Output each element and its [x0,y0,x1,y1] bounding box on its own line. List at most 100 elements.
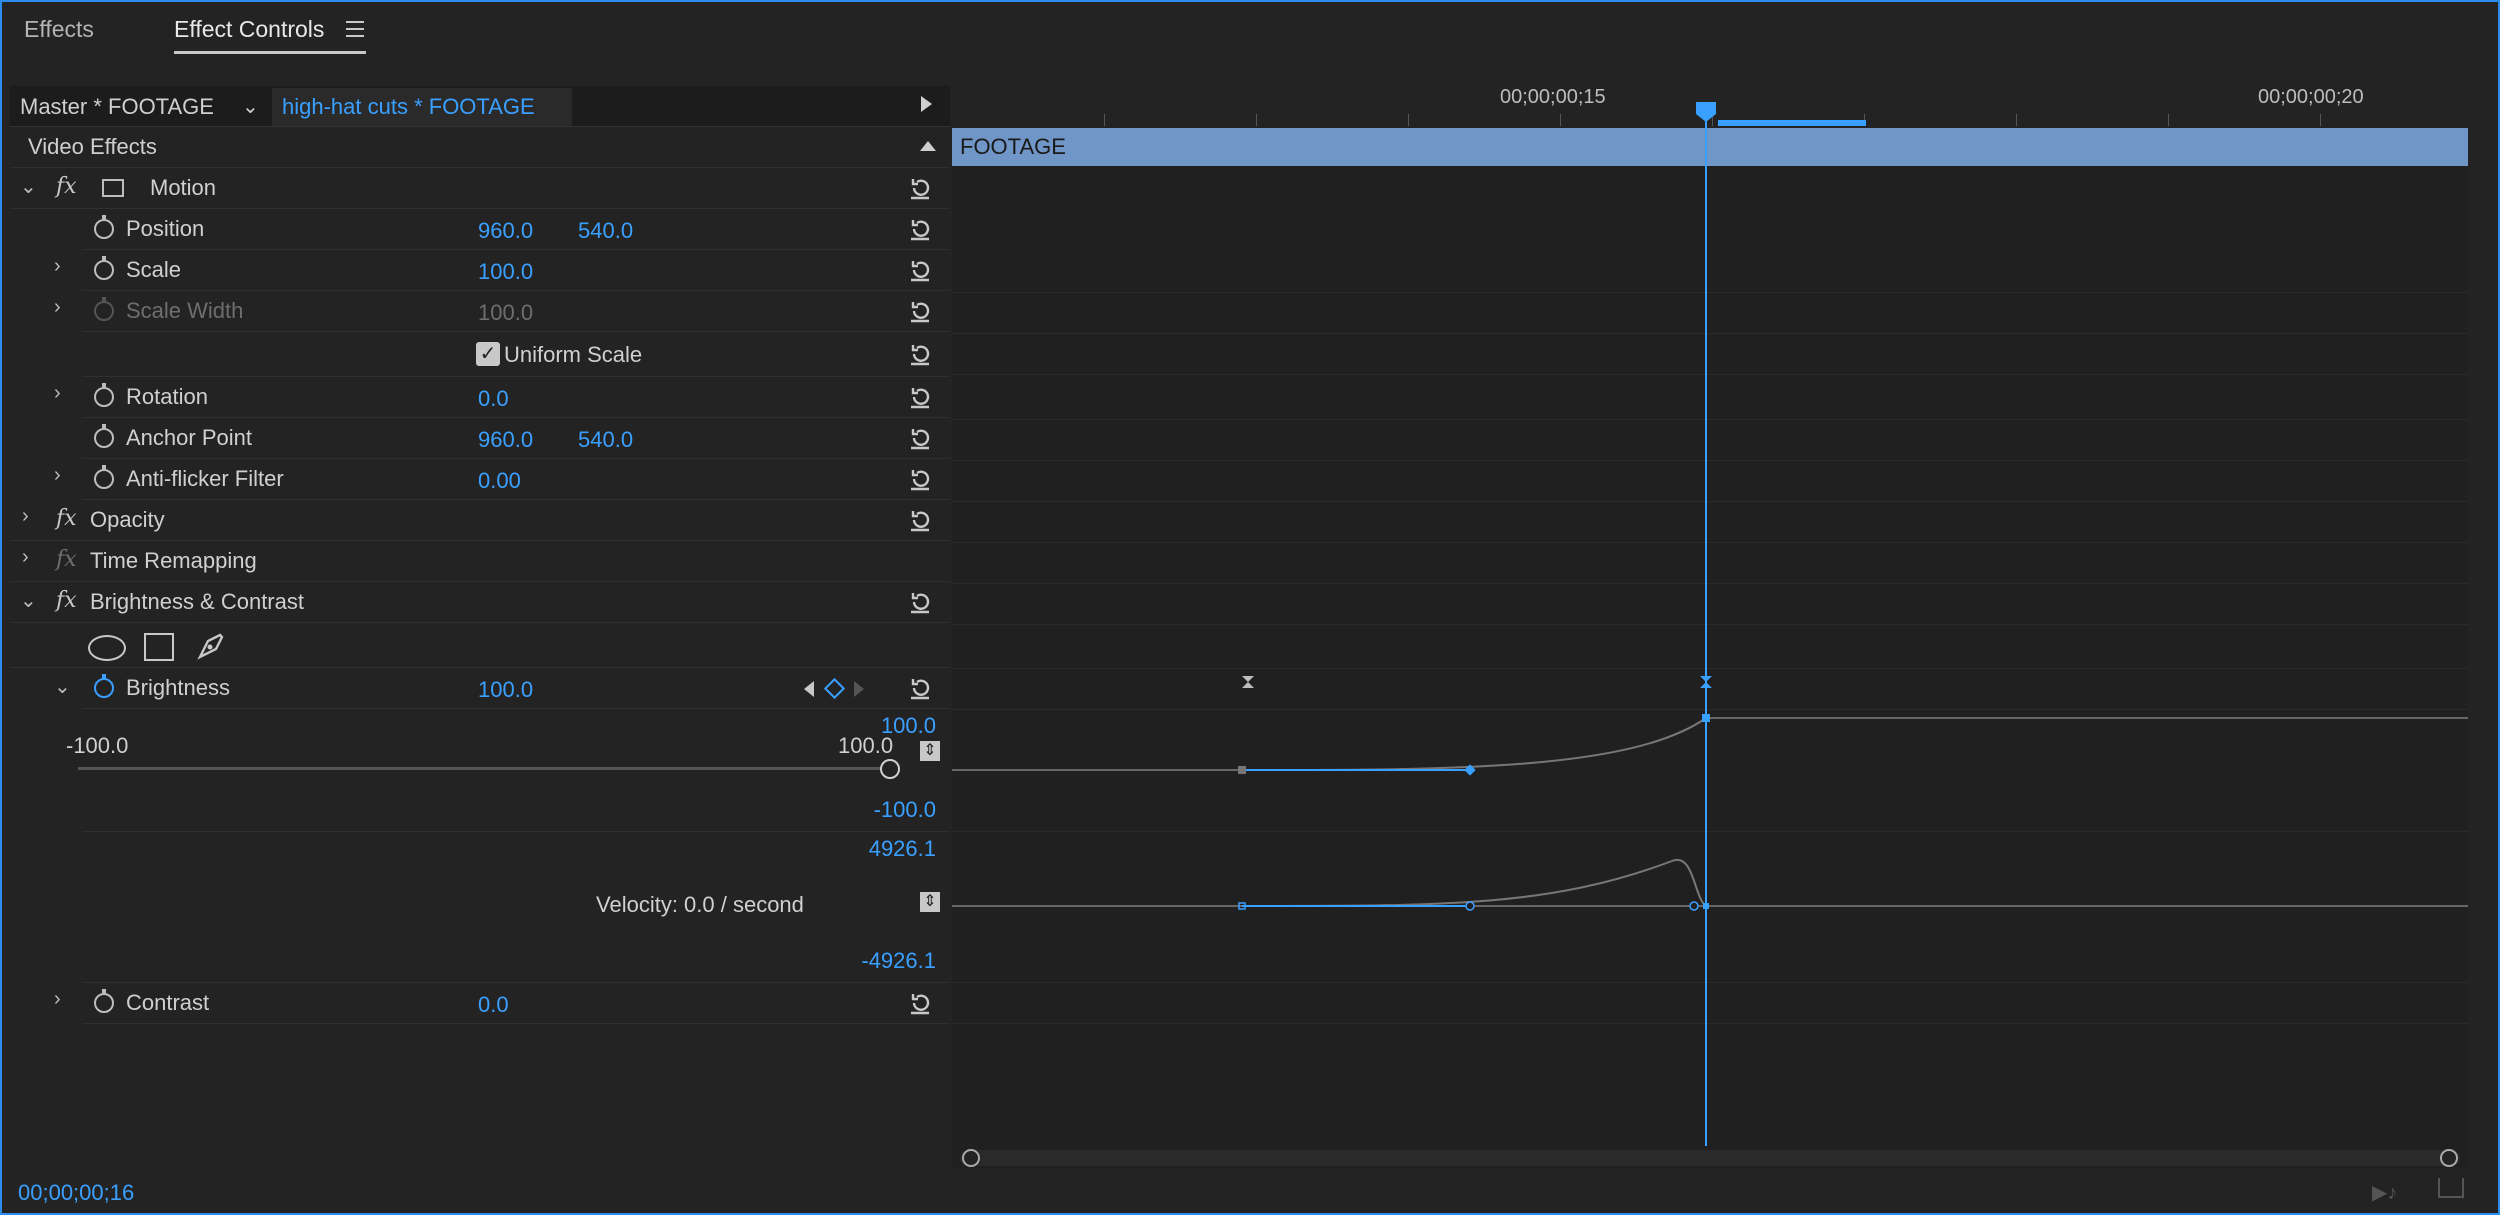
velocity-max-label: 4926.1 [868,836,936,861]
master-clip-label[interactable]: Master * FOOTAGE [20,94,214,120]
next-keyframe-icon[interactable] [854,681,864,697]
clip-header: Master * FOOTAGE ⌄ high-hat cuts * FOOTA… [10,86,950,127]
rotation-value[interactable]: 0.0 [478,386,509,412]
tab-effect-controls[interactable]: Effect Controls [174,16,324,43]
prev-keyframe-icon[interactable] [804,681,814,697]
property-position: Position 960.0 540.0 [82,209,950,250]
twirl-closed-icon[interactable]: › [54,296,61,319]
collapse-up-icon[interactable] [920,141,936,151]
panel-menu-icon[interactable] [346,21,364,42]
stopwatch-icon[interactable] [94,465,114,489]
graph-min-label: -100.0 [873,797,936,822]
velocity-curve[interactable] [1241,858,1707,907]
chevron-down-icon[interactable]: ⌄ [242,94,259,119]
anti-flicker-value[interactable]: 0.00 [478,468,521,494]
property-contrast: › Contrast 0.0 [54,983,950,1024]
value-curve[interactable] [1241,717,1707,771]
reset-icon[interactable] [908,342,932,366]
fx-icon[interactable]: fx [56,174,77,199]
fx-icon[interactable]: fx [56,506,77,531]
uniform-scale-checkbox[interactable]: ✓ [476,342,500,366]
reset-icon[interactable] [908,299,932,323]
reset-icon[interactable] [908,508,932,532]
stopwatch-icon[interactable] [94,215,114,239]
property-brightness: ⌄ Brightness 100.0 [54,668,950,709]
twirl-closed-icon[interactable]: › [54,464,61,487]
twirl-closed-icon[interactable]: › [22,505,29,528]
sequence-clip-tab[interactable]: high-hat cuts * FOOTAGE [272,88,572,126]
stopwatch-icon[interactable] [94,256,114,280]
brightness-value[interactable]: 100.0 [478,677,533,703]
keyframe-marker[interactable] [1242,676,1254,688]
active-tab-underline [174,51,366,54]
effect-brightness-contrast[interactable]: ⌄ fx Brightness & Contrast [10,582,950,623]
graph-scale-icon[interactable]: ⇕ [920,741,940,761]
export-icon [2438,1178,2464,1198]
position-x-value[interactable]: 960.0 [478,218,533,244]
ellipse-mask-icon[interactable] [88,635,126,661]
anti-flicker-label: Anti-flicker Filter [126,466,284,491]
stopwatch-icon[interactable] [94,383,114,407]
reset-icon[interactable] [908,467,932,491]
pen-mask-icon[interactable] [194,629,228,663]
stopwatch-icon[interactable] [94,989,114,1013]
brightness-slider-track[interactable] [78,767,888,770]
fx-icon[interactable]: fx [56,588,77,613]
reset-icon[interactable] [908,590,932,614]
effect-motion[interactable]: ⌄ fx Motion [10,168,950,209]
motion-label: Motion [150,175,217,200]
twirl-open-icon[interactable]: ⌄ [54,674,71,699]
scale-value[interactable]: 100.0 [478,259,533,285]
keyframe-timeline[interactable]: 00;00;00;15 00;00;00;20 FOOTAGE [952,86,2468,1169]
reset-icon[interactable] [908,676,932,700]
current-timecode[interactable]: 00;00;00;16 [18,1180,134,1206]
property-anchor-point: Anchor Point 960.0 540.0 [82,418,950,459]
scrollbar-handle-left[interactable] [962,1149,980,1167]
reset-icon[interactable] [908,258,932,282]
tab-effects[interactable]: Effects [24,16,94,43]
scrollbar-handle-right[interactable] [2440,1149,2458,1167]
reset-icon[interactable] [908,426,932,450]
slider-min-label: -100.0 [66,733,129,758]
velocity-readout: Velocity: 0.0 / second [596,892,804,917]
stopwatch-icon[interactable] [94,674,114,698]
rectangle-mask-icon[interactable] [144,633,174,661]
fx-icon: fx [56,547,77,572]
reset-icon[interactable] [908,176,932,200]
velocity-min-label: -4926.1 [861,948,936,973]
add-keyframe-icon[interactable] [823,677,846,700]
velocity-graph-area: 4926.1 Velocity: 0.0 / second ⇕ -4926.1 [82,832,950,983]
sequence-clip-label: high-hat cuts * FOOTAGE [282,94,535,119]
twirl-closed-icon[interactable]: › [54,988,61,1011]
show-timeline-icon[interactable] [921,96,932,112]
reset-icon[interactable] [908,385,932,409]
video-effects-header: Video Effects [10,127,950,168]
slider-handle[interactable] [880,759,900,779]
velocity-handle-point[interactable] [1465,901,1475,911]
effect-controls-panel: Effects Effect Controls Master * FOOTAGE… [0,0,2500,1215]
anchor-y-value[interactable]: 540.0 [578,427,633,453]
twirl-closed-icon[interactable]: › [22,546,29,569]
effect-time-remapping[interactable]: › fx Time Remapping [10,541,950,582]
twirl-open-icon[interactable]: ⌄ [20,174,37,199]
timeline-zoom-scrollbar[interactable] [960,1149,2460,1167]
reset-icon[interactable] [908,217,932,241]
position-y-value[interactable]: 540.0 [578,218,633,244]
keyframe-graphs[interactable] [952,86,2468,1169]
transform-icon[interactable] [102,179,124,197]
velocity-handle-point[interactable] [1689,901,1699,911]
property-rotation: › Rotation 0.0 [54,377,950,418]
twirl-closed-icon[interactable]: › [54,382,61,405]
graph-scale-icon[interactable]: ⇕ [920,892,940,912]
twirl-open-icon[interactable]: ⌄ [20,588,37,613]
contrast-value[interactable]: 0.0 [478,992,509,1018]
uniform-scale-label: Uniform Scale [504,342,643,367]
value-keyframe-point[interactable] [1238,766,1246,774]
anchor-x-value[interactable]: 960.0 [478,427,533,453]
effect-list: Master * FOOTAGE ⌄ high-hat cuts * FOOTA… [10,86,950,1169]
playhead-head[interactable] [1696,102,1716,122]
effect-opacity[interactable]: › fx Opacity [10,500,950,541]
twirl-closed-icon[interactable]: › [54,255,61,278]
stopwatch-icon[interactable] [94,424,114,448]
reset-icon[interactable] [908,991,932,1015]
